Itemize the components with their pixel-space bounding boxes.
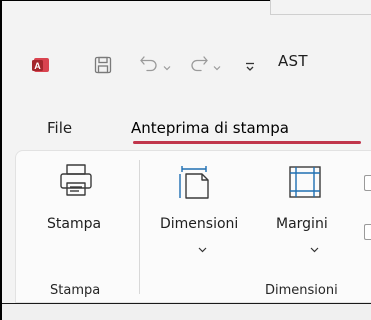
- tab-print-preview[interactable]: Anteprima di stampa: [131, 119, 289, 137]
- group-label-stampa: Stampa: [50, 283, 101, 298]
- svg-text:A: A: [34, 61, 41, 71]
- workspace-area: [2, 304, 371, 320]
- window-frame-left: [0, 0, 2, 320]
- print-button-label[interactable]: Stampa: [47, 216, 101, 232]
- document-title: AST: [278, 52, 308, 70]
- customize-qat-icon[interactable]: [244, 58, 256, 71]
- margins-button-label[interactable]: Margini: [276, 216, 328, 232]
- undo-dropdown-icon[interactable]: [162, 58, 172, 71]
- group-separator: [139, 160, 140, 294]
- margins-dropdown-icon[interactable]: [310, 238, 319, 253]
- tab-file[interactable]: File: [47, 119, 72, 137]
- undo-icon[interactable]: [138, 53, 160, 75]
- redo-icon[interactable]: [188, 53, 210, 75]
- size-dropdown-icon[interactable]: [198, 238, 207, 253]
- title-bar-segment: [270, 0, 371, 15]
- orientation-icon-partial[interactable]: [364, 175, 371, 191]
- save-icon[interactable]: [93, 55, 113, 75]
- columns-icon-partial[interactable]: [364, 224, 371, 240]
- margins-icon[interactable]: [287, 164, 323, 200]
- page-size-icon[interactable]: [178, 164, 212, 200]
- group-label-dimensioni: Dimensioni: [265, 283, 338, 298]
- active-tab-indicator: [133, 141, 361, 144]
- printer-icon[interactable]: [58, 162, 94, 198]
- redo-dropdown-icon[interactable]: [212, 58, 222, 71]
- access-app-icon[interactable]: A: [32, 56, 50, 74]
- size-button-label[interactable]: Dimensioni: [160, 216, 238, 232]
